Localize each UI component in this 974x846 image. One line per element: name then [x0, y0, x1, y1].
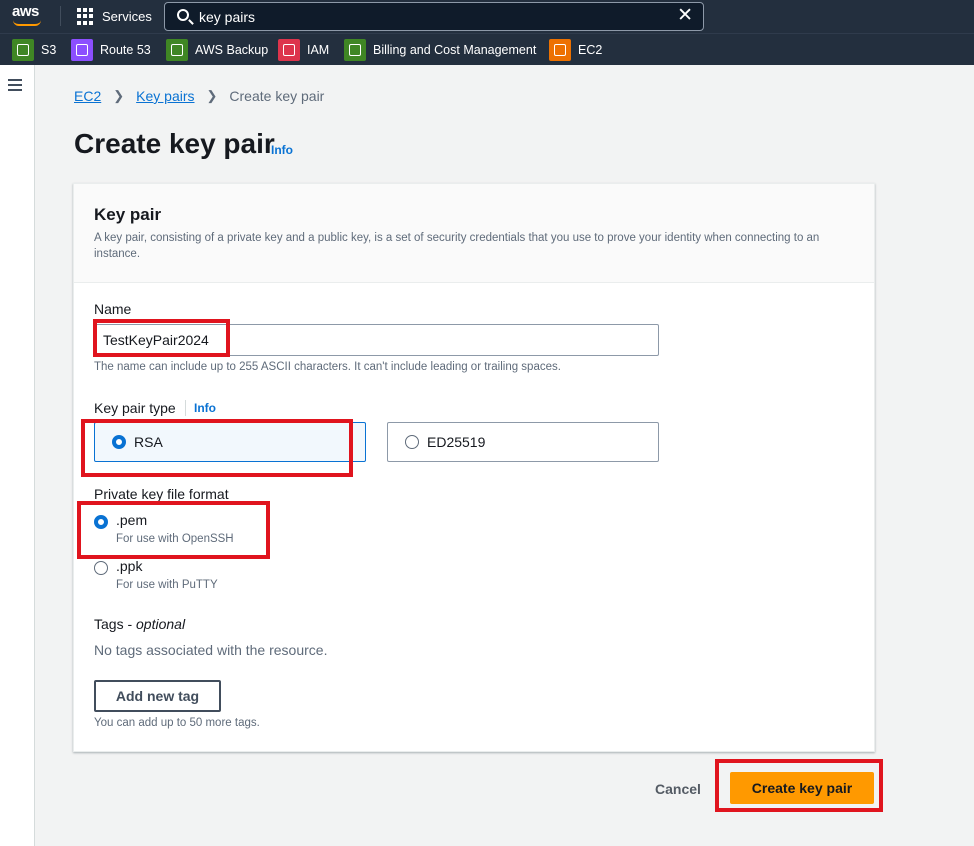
- ec2-icon: [549, 39, 571, 61]
- name-hint: The name can include up to 255 ASCII cha…: [94, 361, 561, 373]
- favorite-label: Route 53: [100, 43, 151, 57]
- nav-divider: [60, 6, 61, 26]
- chevron-right-icon: ❯: [206, 88, 218, 103]
- breadcrumb-ec2[interactable]: EC2: [74, 88, 101, 104]
- format-pem-option[interactable]: .pem For use with OpenSSH: [94, 512, 234, 545]
- s3-icon: [12, 39, 34, 61]
- services-menu-button[interactable]: Services: [77, 0, 152, 33]
- container-description: A key pair, consisting of a private key …: [94, 232, 820, 260]
- favorite-s3[interactable]: S3: [12, 39, 56, 61]
- breadcrumb-key-pairs[interactable]: Key pairs: [136, 88, 194, 104]
- search-icon: [177, 9, 189, 21]
- page-info-link[interactable]: Info: [271, 143, 293, 157]
- format-ppk-description: For use with PuTTY: [116, 579, 218, 591]
- tags-hint: You can add up to 50 more tags.: [94, 717, 260, 729]
- breadcrumb: EC2 ❯ Key pairs ❯ Create key pair: [74, 88, 324, 104]
- favorite-route53[interactable]: Route 53: [71, 39, 151, 61]
- aws-logo[interactable]: aws: [12, 4, 46, 28]
- favorite-label: IAM: [307, 43, 330, 57]
- tags-optional-text: optional: [136, 616, 186, 632]
- key-type-rsa-label: RSA: [134, 434, 163, 450]
- container-header: Key pair A key pair, consisting of a pri…: [74, 184, 874, 283]
- clear-search-icon[interactable]: ✕: [677, 6, 693, 26]
- radio-unselected-icon[interactable]: [405, 435, 419, 449]
- name-label: Name: [94, 301, 132, 317]
- favorite-ec2[interactable]: EC2: [549, 39, 602, 61]
- key-pair-type-label: Key pair type: [94, 400, 176, 416]
- services-label: Services: [102, 9, 152, 24]
- favorite-label: Billing and Cost Management: [373, 43, 537, 57]
- route53-icon: [71, 39, 93, 61]
- breadcrumb-current: Create key pair: [229, 88, 325, 104]
- name-input[interactable]: [93, 324, 659, 356]
- key-pair-container: Key pair A key pair, consisting of a pri…: [73, 183, 875, 752]
- favorite-billing[interactable]: Billing and Cost Management: [344, 39, 536, 61]
- format-pem-label: .pem: [116, 512, 148, 528]
- billing-icon: [344, 39, 366, 61]
- tags-label-text: Tags -: [94, 616, 137, 632]
- key-type-ed25519-label: ED25519: [427, 434, 486, 450]
- favorite-iam[interactable]: IAM: [278, 39, 329, 61]
- format-pem-description: For use with OpenSSH: [116, 533, 234, 545]
- radio-selected-icon[interactable]: [112, 435, 126, 449]
- file-format-label: Private key file format: [94, 486, 229, 502]
- radio-unselected-icon[interactable]: [94, 561, 108, 575]
- tags-empty-text: No tags associated with the resource.: [94, 642, 328, 658]
- create-key-pair-button[interactable]: Create key pair: [730, 772, 874, 804]
- key-type-rsa-tile[interactable]: RSA: [94, 422, 366, 462]
- chevron-right-icon: ❯: [113, 88, 125, 103]
- favorite-label: EC2: [578, 43, 603, 57]
- iam-icon: [278, 39, 300, 61]
- key-type-ed25519-tile[interactable]: ED25519: [387, 422, 659, 462]
- services-grid-icon: [77, 8, 94, 25]
- container-title: Key pair: [94, 205, 162, 224]
- top-navigation: aws Services ✕: [0, 0, 974, 33]
- key-pair-type-info-link[interactable]: Info: [194, 401, 216, 415]
- cancel-button[interactable]: Cancel: [644, 773, 712, 805]
- global-search[interactable]: ✕: [164, 2, 704, 31]
- radio-selected-icon[interactable]: [94, 515, 108, 529]
- favorite-label: AWS Backup: [195, 43, 269, 57]
- menu-icon[interactable]: [8, 79, 22, 91]
- side-navigation-rail: [0, 65, 35, 846]
- page-title: Create key pair: [74, 128, 275, 159]
- search-input[interactable]: [199, 7, 669, 27]
- favorite-label: S3: [41, 43, 57, 57]
- tags-label: Tags - optional: [94, 616, 185, 632]
- add-new-tag-button[interactable]: Add new tag: [94, 680, 221, 712]
- label-divider: [185, 400, 186, 416]
- favorite-aws-backup[interactable]: AWS Backup: [166, 39, 268, 61]
- format-ppk-label: .ppk: [116, 558, 143, 574]
- favorites-bar: S3 Route 53 AWS Backup IAM Billing and C…: [0, 33, 974, 65]
- format-ppk-option[interactable]: .ppk For use with PuTTY: [94, 558, 218, 591]
- aws-backup-icon: [166, 39, 188, 61]
